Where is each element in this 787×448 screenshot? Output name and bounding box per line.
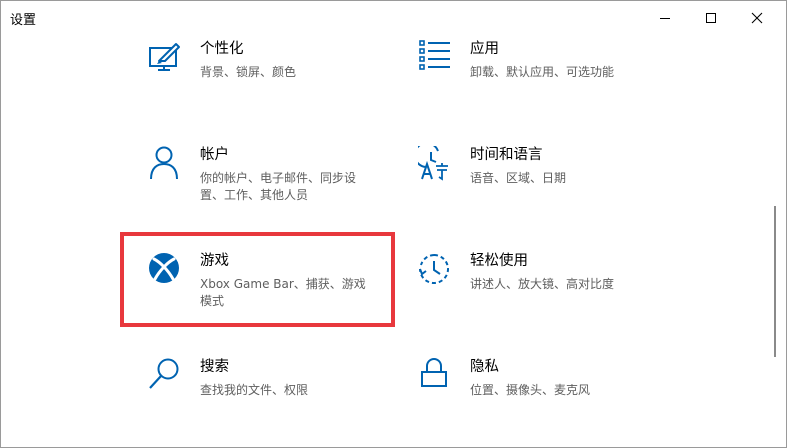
window-title: 设置 [10, 13, 37, 28]
maximize-icon [706, 13, 716, 23]
title-bar[interactable]: 设置 [1, 1, 786, 35]
tile-apps[interactable]: 应用 卸载、默认应用、可选功能 [418, 40, 658, 120]
ease-of-access-icon [418, 252, 454, 288]
tile-privacy[interactable]: 隐私 位置、摄像头、麦克风 [418, 358, 658, 438]
apps-list-icon [418, 40, 454, 76]
tile-title: 帐户 [200, 147, 229, 163]
lock-icon [418, 358, 454, 394]
scrollbar-thumb[interactable] [774, 206, 776, 357]
tile-title: 搜索 [200, 359, 229, 375]
tile-search[interactable]: 搜索 查找我的文件、权限 [148, 358, 388, 438]
tile-description: 背景、锁屏、颜色 [200, 65, 297, 79]
tile-description: 你的帐户、电子邮件、同步设置、工作、其他人员 [200, 171, 357, 202]
search-icon [148, 358, 184, 394]
tile-description: 位置、摄像头、麦克风 [470, 383, 591, 397]
minimize-icon [660, 18, 670, 19]
tile-accounts[interactable]: 帐户 你的帐户、电子邮件、同步设置、工作、其他人员 [148, 146, 388, 226]
tile-description: 卸载、默认应用、可选功能 [470, 65, 615, 79]
highlight-box [120, 232, 395, 327]
maximize-button[interactable] [688, 1, 734, 35]
tile-description: 查找我的文件、权限 [200, 383, 309, 397]
settings-window: 设置 个性化 背景、锁屏、颜色 应用 卸载、默认应用、可选功能 帐户 你的帐户、… [0, 0, 787, 448]
tile-time-language[interactable]: 时间和语言 语音、区域、日期 [418, 146, 658, 226]
tile-title: 时间和语言 [470, 147, 543, 163]
close-icon [751, 12, 763, 24]
tile-title: 轻松使用 [470, 253, 528, 269]
close-button[interactable] [734, 1, 780, 35]
tile-description: 语音、区域、日期 [470, 171, 567, 185]
tile-personalization[interactable]: 个性化 背景、锁屏、颜色 [148, 40, 388, 120]
personalization-icon [148, 40, 184, 76]
minimize-button[interactable] [642, 1, 688, 35]
tile-title: 个性化 [200, 41, 244, 57]
tile-title: 隐私 [470, 359, 499, 375]
tile-description: 讲述人、放大镜、高对比度 [470, 277, 615, 291]
tile-ease-of-access[interactable]: 轻松使用 讲述人、放大镜、高对比度 [418, 252, 658, 332]
person-icon [148, 146, 184, 182]
tile-title: 应用 [470, 41, 499, 57]
time-language-icon [418, 146, 454, 182]
